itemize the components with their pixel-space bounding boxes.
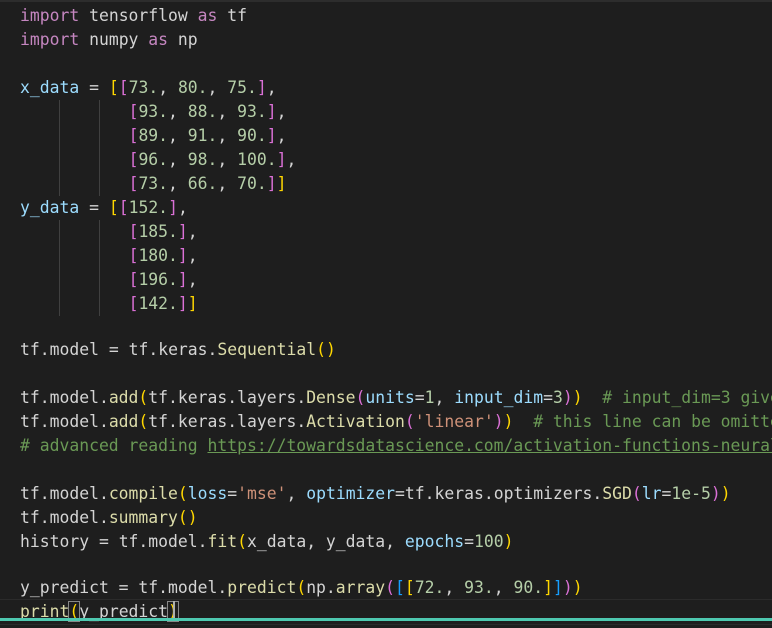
code-line: [93., 88., 93.], — [128, 102, 287, 121]
editor-top-edge — [0, 0, 772, 2]
code-line: import tensorflow as tf — [20, 6, 247, 25]
code-line: tf.model.add(tf.keras.layers.Activation(… — [20, 412, 772, 431]
code-line: tf.model.summary() — [20, 508, 198, 527]
code-line: y_predict = tf.model.predict(np.array([[… — [20, 578, 583, 597]
code-line: tf.model.add(tf.keras.layers.Dense(units… — [20, 388, 772, 407]
code-line: [185.], — [128, 222, 198, 241]
code-line: [73., 66., 70.]] — [128, 174, 287, 193]
code-editor[interactable]: import tensorflow as tf import numpy as … — [0, 0, 772, 628]
code-line: import numpy as np — [20, 30, 198, 49]
code-line: y_data = [[152.], — [20, 198, 188, 217]
accent-bar — [0, 618, 772, 621]
code-line: tf.model = tf.keras.Sequential() — [20, 340, 336, 359]
code-line: x_data = [[73., 80., 75.], — [20, 78, 277, 97]
code-line: [96., 98., 100.], — [128, 150, 297, 169]
code-line: [142.]] — [128, 294, 198, 313]
code-line: history = tf.model.fit(x_data, y_data, e… — [20, 532, 514, 551]
code-line: [196.], — [128, 270, 198, 289]
code-line: [89., 91., 90.], — [128, 126, 287, 145]
comment-link[interactable]: https://towardsdatascience.com/activatio… — [208, 436, 772, 455]
code-line: # advanced reading https://towardsdatasc… — [20, 434, 772, 458]
code-line: [180.], — [128, 246, 198, 265]
code-line: tf.model.compile(loss='mse', optimizer=t… — [20, 484, 731, 503]
